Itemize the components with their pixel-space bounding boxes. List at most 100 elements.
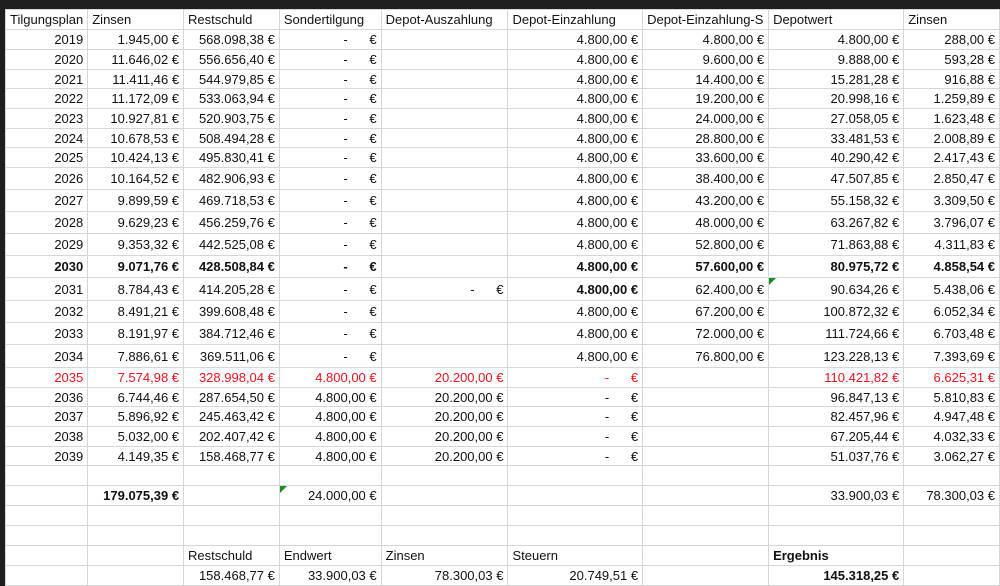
cell[interactable]: - €	[278, 322, 382, 345]
cell[interactable]	[903, 505, 1000, 526]
cell[interactable]	[642, 426, 770, 447]
cell[interactable]	[4, 525, 89, 546]
cell[interactable]	[642, 485, 770, 506]
cell[interactable]	[4, 485, 89, 506]
cell[interactable]: 593,28 €	[903, 49, 1000, 70]
cell[interactable]: - €	[278, 255, 382, 278]
cell[interactable]: 4.800,00 €	[507, 29, 644, 50]
cell[interactable]: 556.656,40 €	[183, 49, 280, 70]
cell[interactable]: 20.200,00 €	[380, 446, 509, 466]
cell[interactable]: 57.600,00 €	[642, 255, 770, 278]
cell[interactable]	[278, 465, 382, 486]
cell[interactable]: 508.494,28 €	[183, 128, 280, 148]
cell[interactable]: 4.800,00 €	[507, 147, 644, 168]
cell[interactable]: 20.200,00 €	[380, 426, 509, 447]
cell[interactable]: - €	[278, 88, 382, 109]
cell[interactable]	[380, 233, 509, 256]
cell[interactable]: - €	[278, 69, 382, 89]
cell[interactable]: 5.032,00 €	[87, 426, 185, 447]
cell[interactable]: 6.703,48 €	[903, 322, 1000, 345]
cell[interactable]	[380, 505, 509, 526]
cell[interactable]	[642, 367, 770, 388]
cell[interactable]: 4.149,35 €	[87, 446, 185, 466]
cell[interactable]: 179.075,39 €	[87, 485, 185, 506]
cell[interactable]: 78.300,03 €	[380, 565, 509, 586]
cell[interactable]: 2031	[4, 277, 89, 301]
cell[interactable]: 80.975,72 €	[768, 255, 905, 278]
cell[interactable]: 6.744,46 €	[87, 387, 185, 407]
cell[interactable]: 52.800,00 €	[642, 233, 770, 256]
cell[interactable]: 33.481,53 €	[768, 128, 905, 148]
cell[interactable]: 51.037,76 €	[768, 446, 905, 466]
cell[interactable]: - €	[278, 147, 382, 168]
cell[interactable]: 9.600,00 €	[642, 49, 770, 70]
cell[interactable]: 38.400,00 €	[642, 167, 770, 190]
cell[interactable]	[278, 525, 382, 546]
cell[interactable]: 19.200,00 €	[642, 88, 770, 109]
cell[interactable]	[183, 505, 280, 526]
cell[interactable]	[380, 211, 509, 234]
cell[interactable]: 67.205,44 €	[768, 426, 905, 447]
cell[interactable]: 4.311,83 €	[903, 233, 1000, 256]
cell[interactable]: - €	[380, 277, 509, 301]
cell[interactable]: - €	[278, 277, 382, 301]
cell[interactable]: 2037	[4, 406, 89, 427]
cell[interactable]: 10.678,53 €	[87, 128, 185, 148]
cell[interactable]: 1.945,00 €	[87, 29, 185, 50]
cell[interactable]: 96.847,13 €	[768, 387, 905, 407]
cell[interactable]: 11.172,09 €	[87, 88, 185, 109]
cell[interactable]	[380, 167, 509, 190]
cell[interactable]: 4.858,54 €	[903, 255, 1000, 278]
cell[interactable]	[903, 465, 1000, 486]
cell[interactable]: 202.407,42 €	[183, 426, 280, 447]
cell[interactable]: 145.318,25 €	[768, 565, 905, 586]
cell[interactable]: 8.491,21 €	[87, 300, 185, 323]
cell[interactable]: 7.574,98 €	[87, 367, 185, 388]
cell[interactable]: 428.508,84 €	[183, 255, 280, 278]
cell[interactable]: 2022	[4, 88, 89, 109]
cell[interactable]: 533.063,94 €	[183, 88, 280, 109]
cell[interactable]: 20.200,00 €	[380, 367, 509, 388]
cell[interactable]: 4.800,00 €	[278, 406, 382, 427]
cell[interactable]: 4.800,00 €	[768, 29, 905, 50]
cell[interactable]: 6.052,34 €	[903, 300, 1000, 323]
cell[interactable]: 100.872,32 €	[768, 300, 905, 323]
cell[interactable]: 2036	[4, 387, 89, 407]
cell[interactable]: 2023	[4, 108, 89, 129]
cell[interactable]	[642, 525, 770, 546]
cell[interactable]: 5.896,92 €	[87, 406, 185, 427]
cell[interactable]: 9.071,76 €	[87, 255, 185, 278]
cell[interactable]: 4.800,00 €	[507, 277, 644, 301]
cell[interactable]	[183, 465, 280, 486]
cell[interactable]	[380, 322, 509, 345]
cell[interactable]: - €	[507, 387, 644, 407]
cell[interactable]: 4.800,00 €	[507, 211, 644, 234]
cell[interactable]: 4.800,00 €	[507, 344, 644, 368]
cell[interactable]: 20.749,51 €	[507, 565, 644, 586]
column-header-4[interactable]: Depot-Auszahlung	[380, 9, 509, 30]
cell[interactable]	[903, 545, 1000, 566]
cell[interactable]	[87, 505, 185, 526]
cell[interactable]: 4.947,48 €	[903, 406, 1000, 427]
cell[interactable]: 14.400,00 €	[642, 69, 770, 89]
cell[interactable]: - €	[278, 233, 382, 256]
cell[interactable]: 414.205,28 €	[183, 277, 280, 301]
cell[interactable]: Zinsen	[380, 545, 509, 566]
cell[interactable]: 158.468,77 €	[183, 565, 280, 586]
cell[interactable]: 2030	[4, 255, 89, 278]
cell[interactable]: 2021	[4, 69, 89, 89]
cell[interactable]: 24.000,00 €	[642, 108, 770, 129]
cell[interactable]	[507, 465, 644, 486]
cell[interactable]: - €	[278, 344, 382, 368]
cell[interactable]: 4.800,00 €	[507, 108, 644, 129]
cell[interactable]: 2026	[4, 167, 89, 190]
cell[interactable]: 4.800,00 €	[278, 387, 382, 407]
cell[interactable]	[642, 446, 770, 466]
cell[interactable]: 2.850,47 €	[903, 167, 1000, 190]
cell[interactable]: 4.800,00 €	[507, 49, 644, 70]
cell[interactable]	[87, 465, 185, 486]
cell[interactable]: 158.468,77 €	[183, 446, 280, 466]
cell[interactable]: 4.032,33 €	[903, 426, 1000, 447]
cell[interactable]: 24.000,00 €	[278, 485, 382, 506]
cell[interactable]: 482.906,93 €	[183, 167, 280, 190]
